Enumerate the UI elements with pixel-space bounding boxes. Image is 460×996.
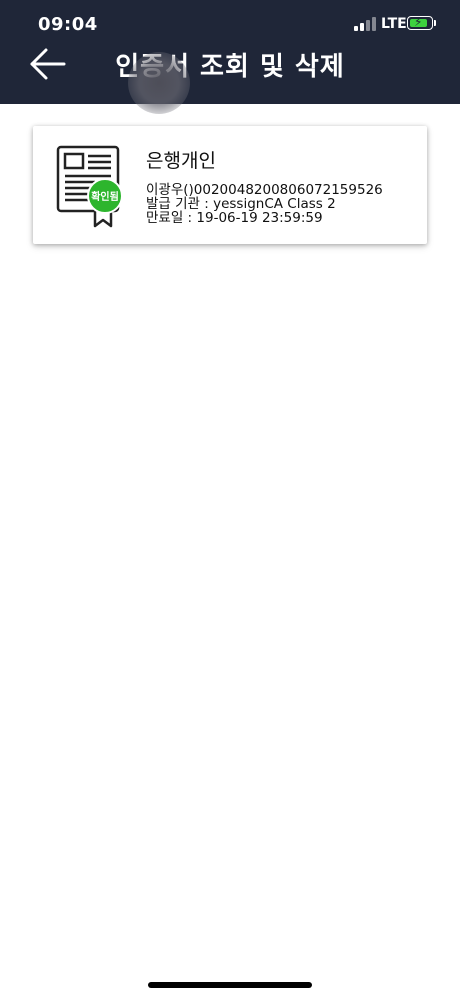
battery-icon: ⚡ bbox=[407, 15, 433, 30]
status-time: 09:04 bbox=[38, 14, 98, 35]
touch-indicator bbox=[128, 52, 190, 114]
signal-strength-icon bbox=[354, 17, 376, 31]
certificate-name: 은행개인 bbox=[146, 150, 216, 172]
battery-tip bbox=[434, 20, 436, 26]
certificate-card[interactable]: 확인됨 은행개인 이광우()0020048200806072159526 발급 … bbox=[33, 126, 427, 244]
svg-text:확인됨: 확인됨 bbox=[91, 190, 119, 203]
certificate-icon: 확인됨 bbox=[55, 144, 131, 228]
network-type: LTE bbox=[381, 16, 407, 32]
page-title: 인증서 조회 및 삭제 bbox=[115, 52, 345, 82]
certificate-expiry: 만료일 : 19-06-19 23:59:59 bbox=[146, 210, 323, 226]
charging-bolt-icon: ⚡ bbox=[414, 15, 423, 29]
app-header: 09:04 LTE ⚡ 인증서 조회 및 삭제 bbox=[0, 0, 460, 114]
status-bar: 09:04 LTE ⚡ bbox=[0, 0, 460, 48]
home-indicator[interactable] bbox=[148, 982, 312, 988]
